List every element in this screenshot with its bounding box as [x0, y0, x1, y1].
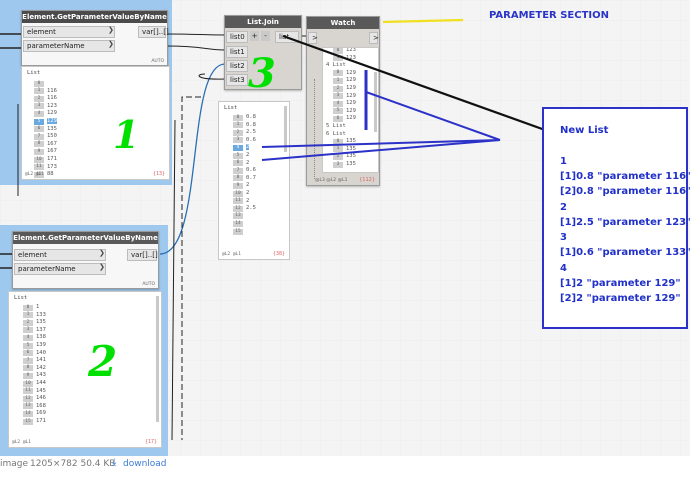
new-list-line: [2]2 "parameter 129": [560, 293, 681, 305]
parameter-section-label: PARAMETER SECTION: [489, 10, 609, 21]
image-label: image: [0, 459, 29, 469]
image-size-info: 1205×782 50.4 KB: [30, 459, 116, 469]
download-icon: ⤓: [112, 457, 117, 468]
new-list-annotation: New List 1 [1]0.8 "parameter 116" [2]0.8 "p…: [542, 107, 690, 329]
new-list-line: [1]2 "parameter 129": [560, 278, 681, 289]
image-info-bar: image 1205×782 50.4 KB ⤓ download: [0, 456, 690, 479]
new-list-line: [1]2.5 "parameter 123": [560, 216, 690, 228]
new-list-line: 1: [560, 155, 567, 167]
annotation-number-3: 3: [248, 50, 276, 97]
annotation-number-1: 1: [113, 112, 140, 157]
new-list-line: [2]0.8 "parameter 116": [560, 186, 690, 198]
new-list-line: 3: [560, 232, 567, 244]
new-list-line: [1]0.6 "parameter 133": [560, 247, 690, 259]
new-list-line: [1]0.8 "parameter 116": [560, 170, 690, 182]
new-list-title: New List: [560, 125, 609, 136]
annotation-number-2: 2: [88, 337, 118, 386]
download-link[interactable]: download: [123, 459, 167, 469]
new-list-line: 4: [560, 262, 567, 274]
new-list-line: 2: [560, 201, 567, 213]
dynamo-canvas[interactable]: Element.GetParameterValueByName element …: [0, 0, 690, 456]
